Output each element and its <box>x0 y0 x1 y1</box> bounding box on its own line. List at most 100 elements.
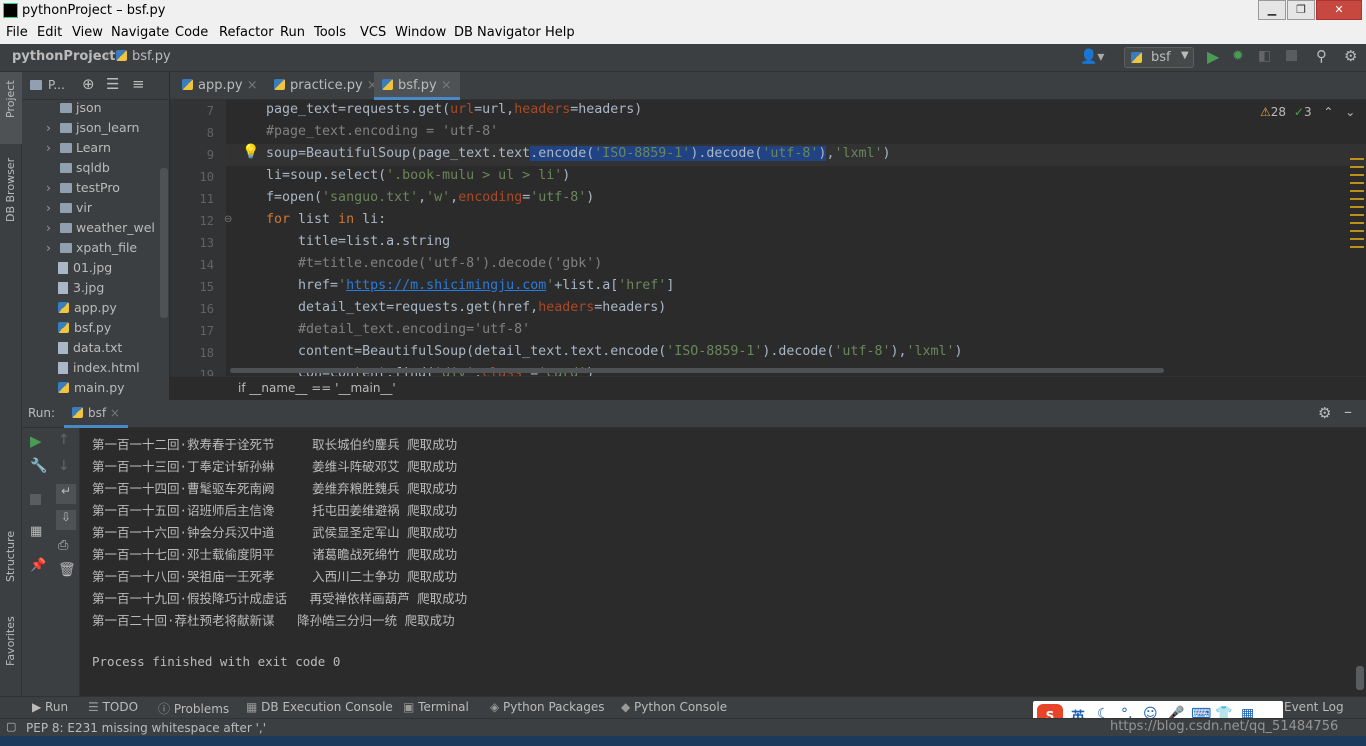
menu-code[interactable]: Code <box>175 25 208 40</box>
code-line[interactable]: li=soup.select('.book-mulu > ul > li') <box>266 168 570 183</box>
wrench-icon[interactable]: 🔧 <box>30 458 47 474</box>
tab-app-py[interactable]: app.py × <box>174 72 266 100</box>
code-line[interactable]: title=list.a.string <box>266 234 450 249</box>
menu-file[interactable]: File <box>6 25 28 40</box>
menu-tools[interactable]: Tools <box>314 25 346 40</box>
tab-practice-py[interactable]: practice.py × <box>266 72 386 100</box>
menu-help[interactable]: Help <box>545 25 575 40</box>
settings-icon[interactable]: ⚙ <box>1344 47 1357 65</box>
menu-vcs[interactable]: VCS <box>360 25 386 40</box>
breadcrumb-file[interactable]: bsf.py <box>116 49 171 64</box>
project-tree-item[interactable]: json <box>22 100 170 120</box>
menu-db-navigator[interactable]: DB Navigator <box>454 25 541 40</box>
expand-arrow-icon[interactable]: › <box>46 240 58 255</box>
coverage-icon[interactable]: ◧ <box>1258 48 1271 64</box>
maximize-button[interactable]: ❐ <box>1287 0 1315 20</box>
project-tree-item[interactable]: › xpath_file <box>22 240 170 260</box>
project-tree-item[interactable]: › json_learn <box>22 120 170 140</box>
bottom-tab-python-packages[interactable]: ◈ Python Packages <box>490 700 604 714</box>
fold-marker-icon[interactable]: ⊖ <box>224 214 232 225</box>
horizontal-scrollbar[interactable] <box>230 368 1164 373</box>
layout-icon[interactable]: ▦ <box>30 524 42 539</box>
minimize-button[interactable]: ▁ <box>1258 0 1286 20</box>
code-line[interactable]: #detail_text.encoding='utf-8' <box>266 322 530 337</box>
project-tree-item[interactable]: 3.jpg <box>22 280 170 300</box>
stop-icon[interactable] <box>1286 50 1297 61</box>
debug-icon[interactable]: ✹ <box>1232 48 1244 64</box>
menu-refactor[interactable]: Refactor <box>219 25 274 40</box>
code-line[interactable]: soup=BeautifulSoup(page_text.text.encode… <box>266 146 891 161</box>
event-log-tab[interactable]: Event Log <box>1284 700 1344 714</box>
db-browser-tool-label[interactable]: DB Browser <box>4 158 17 222</box>
project-scrollbar[interactable] <box>160 168 168 318</box>
inspection-widget[interactable]: ⚠28 ✓3 ⌃ ⌄ <box>1260 105 1355 119</box>
code-line[interactable]: f=open('sanguo.txt','w',encoding='utf-8'… <box>266 190 594 205</box>
collapse-all-icon[interactable]: ≡ <box>132 75 145 93</box>
menu-view[interactable]: View <box>72 25 103 40</box>
chevron-down-icon[interactable]: ⌄ <box>1345 105 1355 119</box>
code-line[interactable]: content=BeautifulSoup(detail_text.text.e… <box>266 344 963 359</box>
console-scrollbar[interactable] <box>1356 666 1364 690</box>
bottom-tab-problems[interactable]: ⓘ Problems <box>158 700 229 717</box>
code-line[interactable]: page_text=requests.get(url=url,headers=h… <box>266 102 642 117</box>
down-arrow-icon[interactable]: ↓ <box>58 458 70 474</box>
scroll-to-end-icon[interactable]: ⇩ <box>56 510 76 530</box>
expand-arrow-icon[interactable]: › <box>46 120 58 135</box>
project-tree-item[interactable]: main.py <box>22 380 170 400</box>
lightbulb-icon[interactable]: 💡 <box>242 144 259 160</box>
hide-icon[interactable]: – <box>1344 402 1352 421</box>
menu-edit[interactable]: Edit <box>37 25 62 40</box>
project-tree-item[interactable]: › testPro <box>22 180 170 200</box>
stop-icon[interactable] <box>30 494 41 505</box>
project-tree-item[interactable]: 01.jpg <box>22 260 170 280</box>
print-icon[interactable]: ⎙ <box>58 538 68 553</box>
code-line[interactable]: detail_text=requests.get(href,headers=he… <box>266 300 666 315</box>
project-tree-item[interactable]: sqldb <box>22 160 170 180</box>
bottom-tab-db-execution-console[interactable]: ▦ DB Execution Console <box>246 700 393 714</box>
tab-bsf-py[interactable]: bsf.py × <box>374 72 460 100</box>
search-icon[interactable]: ⚲ <box>1316 47 1327 65</box>
project-tree-item[interactable]: › Learn <box>22 140 170 160</box>
project-tree-item[interactable]: bsf.py <box>22 320 170 340</box>
close-tab-icon[interactable]: × <box>441 78 452 93</box>
chevron-up-icon[interactable]: ⌃ <box>1323 105 1333 119</box>
trash-icon[interactable]: 🗑 <box>58 562 76 578</box>
expand-arrow-icon[interactable]: › <box>46 220 58 235</box>
menu-window[interactable]: Window <box>395 25 446 40</box>
close-button[interactable]: ✕ <box>1316 0 1362 20</box>
code-line[interactable]: for list in li: <box>266 212 386 227</box>
status-toggle-icon[interactable]: ▢ <box>6 720 16 733</box>
expand-arrow-icon[interactable]: › <box>46 200 58 215</box>
project-tree-item[interactable]: › weather_wel <box>22 220 170 240</box>
bottom-tab-todo[interactable]: ☰ TODO <box>88 700 138 714</box>
menu-run[interactable]: Run <box>280 25 305 40</box>
expand-all-icon[interactable]: ☰ <box>106 75 119 93</box>
project-tree-item[interactable]: index.html <box>22 360 170 380</box>
project-tree-item[interactable]: › vir <box>22 200 170 220</box>
rerun-icon[interactable]: ▶ <box>30 432 42 450</box>
close-tab-icon[interactable]: × <box>110 406 120 420</box>
project-tool-label[interactable]: Project <box>4 80 17 118</box>
menu-navigate[interactable]: Navigate <box>111 25 169 40</box>
expand-arrow-icon[interactable]: › <box>46 180 58 195</box>
up-arrow-icon[interactable]: ↑ <box>58 432 70 448</box>
code-line[interactable]: #page_text.encoding = 'utf-8' <box>266 124 498 139</box>
locate-icon[interactable]: ⊕ <box>82 75 95 93</box>
run-tab-bsf[interactable]: bsf × <box>64 400 128 428</box>
favorites-tool-label[interactable]: Favorites <box>4 616 17 666</box>
code-line[interactable]: href='https://m.shicimingju.com'+list.a[… <box>266 278 674 293</box>
project-tree-item[interactable]: app.py <box>22 300 170 320</box>
code-line[interactable]: #t=title.encode('utf-8').decode('gbk') <box>266 256 602 271</box>
code-breadcrumb[interactable]: if __name__ == '__main__' <box>238 381 396 395</box>
close-tab-icon[interactable]: × <box>247 78 258 93</box>
run-config-dropdown[interactable]: bsf ▼ <box>1124 47 1194 68</box>
settings-icon[interactable]: ⚙ <box>1318 404 1331 422</box>
run-icon[interactable]: ▶ <box>1207 47 1219 66</box>
breadcrumb-project[interactable]: pythonProject <box>12 49 116 64</box>
error-stripe[interactable] <box>1350 158 1364 318</box>
user-icon[interactable]: 👤▾ <box>1080 49 1104 65</box>
bottom-tab-terminal[interactable]: ▣ Terminal <box>403 700 469 714</box>
project-view-label[interactable]: P... <box>48 78 65 92</box>
structure-tool-label[interactable]: Structure <box>4 531 17 582</box>
pin-icon[interactable]: 📌 <box>30 558 46 573</box>
